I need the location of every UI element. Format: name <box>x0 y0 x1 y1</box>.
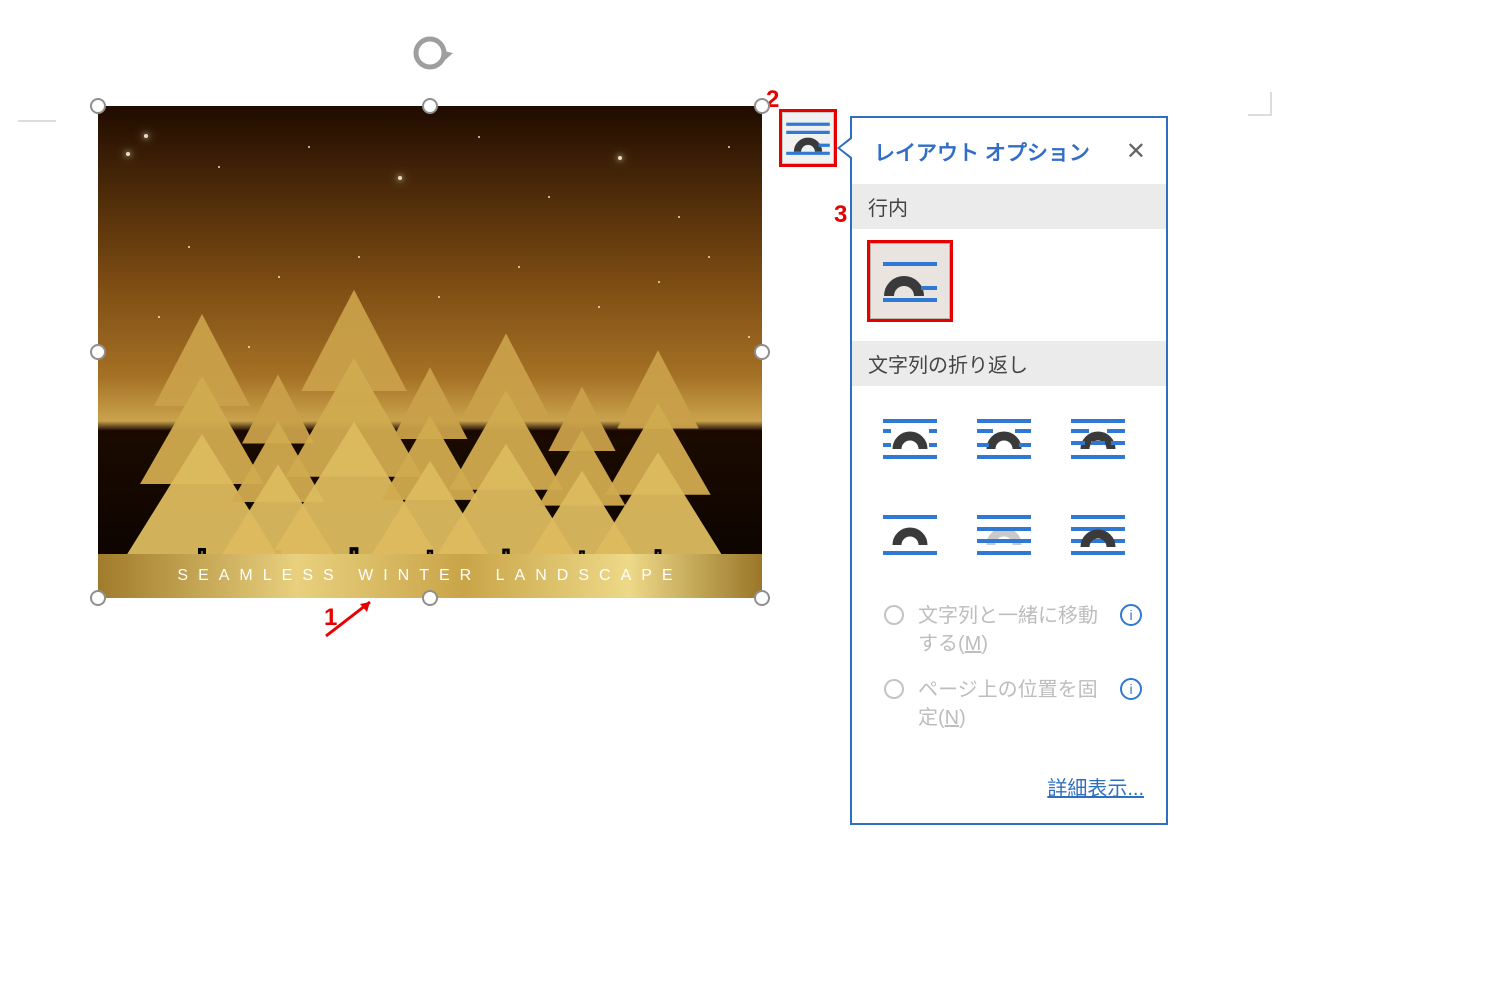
info-icon[interactable]: i <box>1120 604 1142 626</box>
selected-image-wrapper[interactable]: SEAMLESS WINTER LANDSCAPE <box>98 106 762 598</box>
wrap-option-tight[interactable] <box>964 400 1044 476</box>
popover-header: レイアウト オプション ✕ <box>852 118 1166 184</box>
wrap-front-icon <box>1067 509 1129 559</box>
info-icon[interactable]: i <box>1120 678 1142 700</box>
resize-handle-br[interactable] <box>754 590 770 606</box>
radio-move-text-a: 文字列と一緒に移動する( <box>918 605 1098 655</box>
resize-handle-bm[interactable] <box>422 590 438 606</box>
radio-move-label: 文字列と一緒に移動する(M) <box>918 602 1112 658</box>
resize-handle-tr[interactable] <box>754 98 770 114</box>
resize-handle-tm[interactable] <box>422 98 438 114</box>
wrap-option-front[interactable] <box>1058 496 1138 572</box>
image-trees <box>98 256 762 556</box>
section-body-inline: 3 <box>852 229 1166 341</box>
resize-handle-bl[interactable] <box>90 590 106 606</box>
winter-landscape-image[interactable]: SEAMLESS WINTER LANDSCAPE <box>98 106 762 598</box>
radio-fix-on-page: ページ上の位置を固定(N) i <box>866 668 1152 742</box>
annotation-number-1: 1 <box>324 604 337 632</box>
rotate-icon <box>407 30 453 76</box>
layout-options-popover: レイアウト オプション ✕ 行内 3 文字列の折り返し <box>850 116 1168 825</box>
radio-circle-icon <box>884 679 904 699</box>
radio-fix-label: ページ上の位置を固定(N) <box>918 676 1112 732</box>
popover-close-button[interactable]: ✕ <box>1120 136 1152 168</box>
see-more-link[interactable]: 詳細表示... <box>1047 778 1144 800</box>
radio-fix-text-b: ) <box>959 707 966 729</box>
see-more-wrap: 詳細表示... <box>852 754 1166 823</box>
wrap-topbottom-icon <box>879 509 941 559</box>
radio-move-with-text: 文字列と一緒に移動する(M) i <box>866 594 1152 668</box>
wrap-option-inline[interactable] <box>870 243 950 319</box>
resize-handle-mr[interactable] <box>754 344 770 360</box>
popover-title: レイアウト オプション <box>874 137 1090 167</box>
section-header-inline: 行内 <box>852 184 1166 229</box>
wrap-option-topbottom[interactable] <box>870 496 950 572</box>
wrap-through-icon <box>1067 413 1129 463</box>
image-banner-text: SEAMLESS WINTER LANDSCAPE <box>177 567 682 585</box>
radio-fix-key: N <box>945 707 959 729</box>
layout-options-button[interactable] <box>782 112 834 164</box>
annotation-number-3: 3 <box>834 201 847 229</box>
wrap-behind-icon <box>973 509 1035 559</box>
wrap-inline-icon <box>879 256 941 306</box>
wrap-tight-icon <box>973 413 1035 463</box>
resize-handle-ml[interactable] <box>90 344 106 360</box>
wrap-option-behind[interactable] <box>964 496 1044 572</box>
radio-move-key: M <box>965 633 982 655</box>
wrap-option-through[interactable] <box>1058 400 1138 476</box>
resize-handle-tl[interactable] <box>90 98 106 114</box>
page-margin-corner-tl <box>18 82 58 122</box>
wrap-square-icon <box>879 413 941 463</box>
radio-move-text-b: ) <box>981 633 988 655</box>
layout-options-icon <box>783 113 833 163</box>
radio-circle-icon <box>884 605 904 625</box>
page-margin-corner-tr <box>1232 76 1272 116</box>
wrap-option-square[interactable] <box>870 400 950 476</box>
section-header-wrap: 文字列の折り返し <box>852 341 1166 386</box>
section-body-wrap: 文字列と一緒に移動する(M) i ページ上の位置を固定(N) i <box>852 386 1166 754</box>
rotate-handle[interactable] <box>407 30 453 76</box>
